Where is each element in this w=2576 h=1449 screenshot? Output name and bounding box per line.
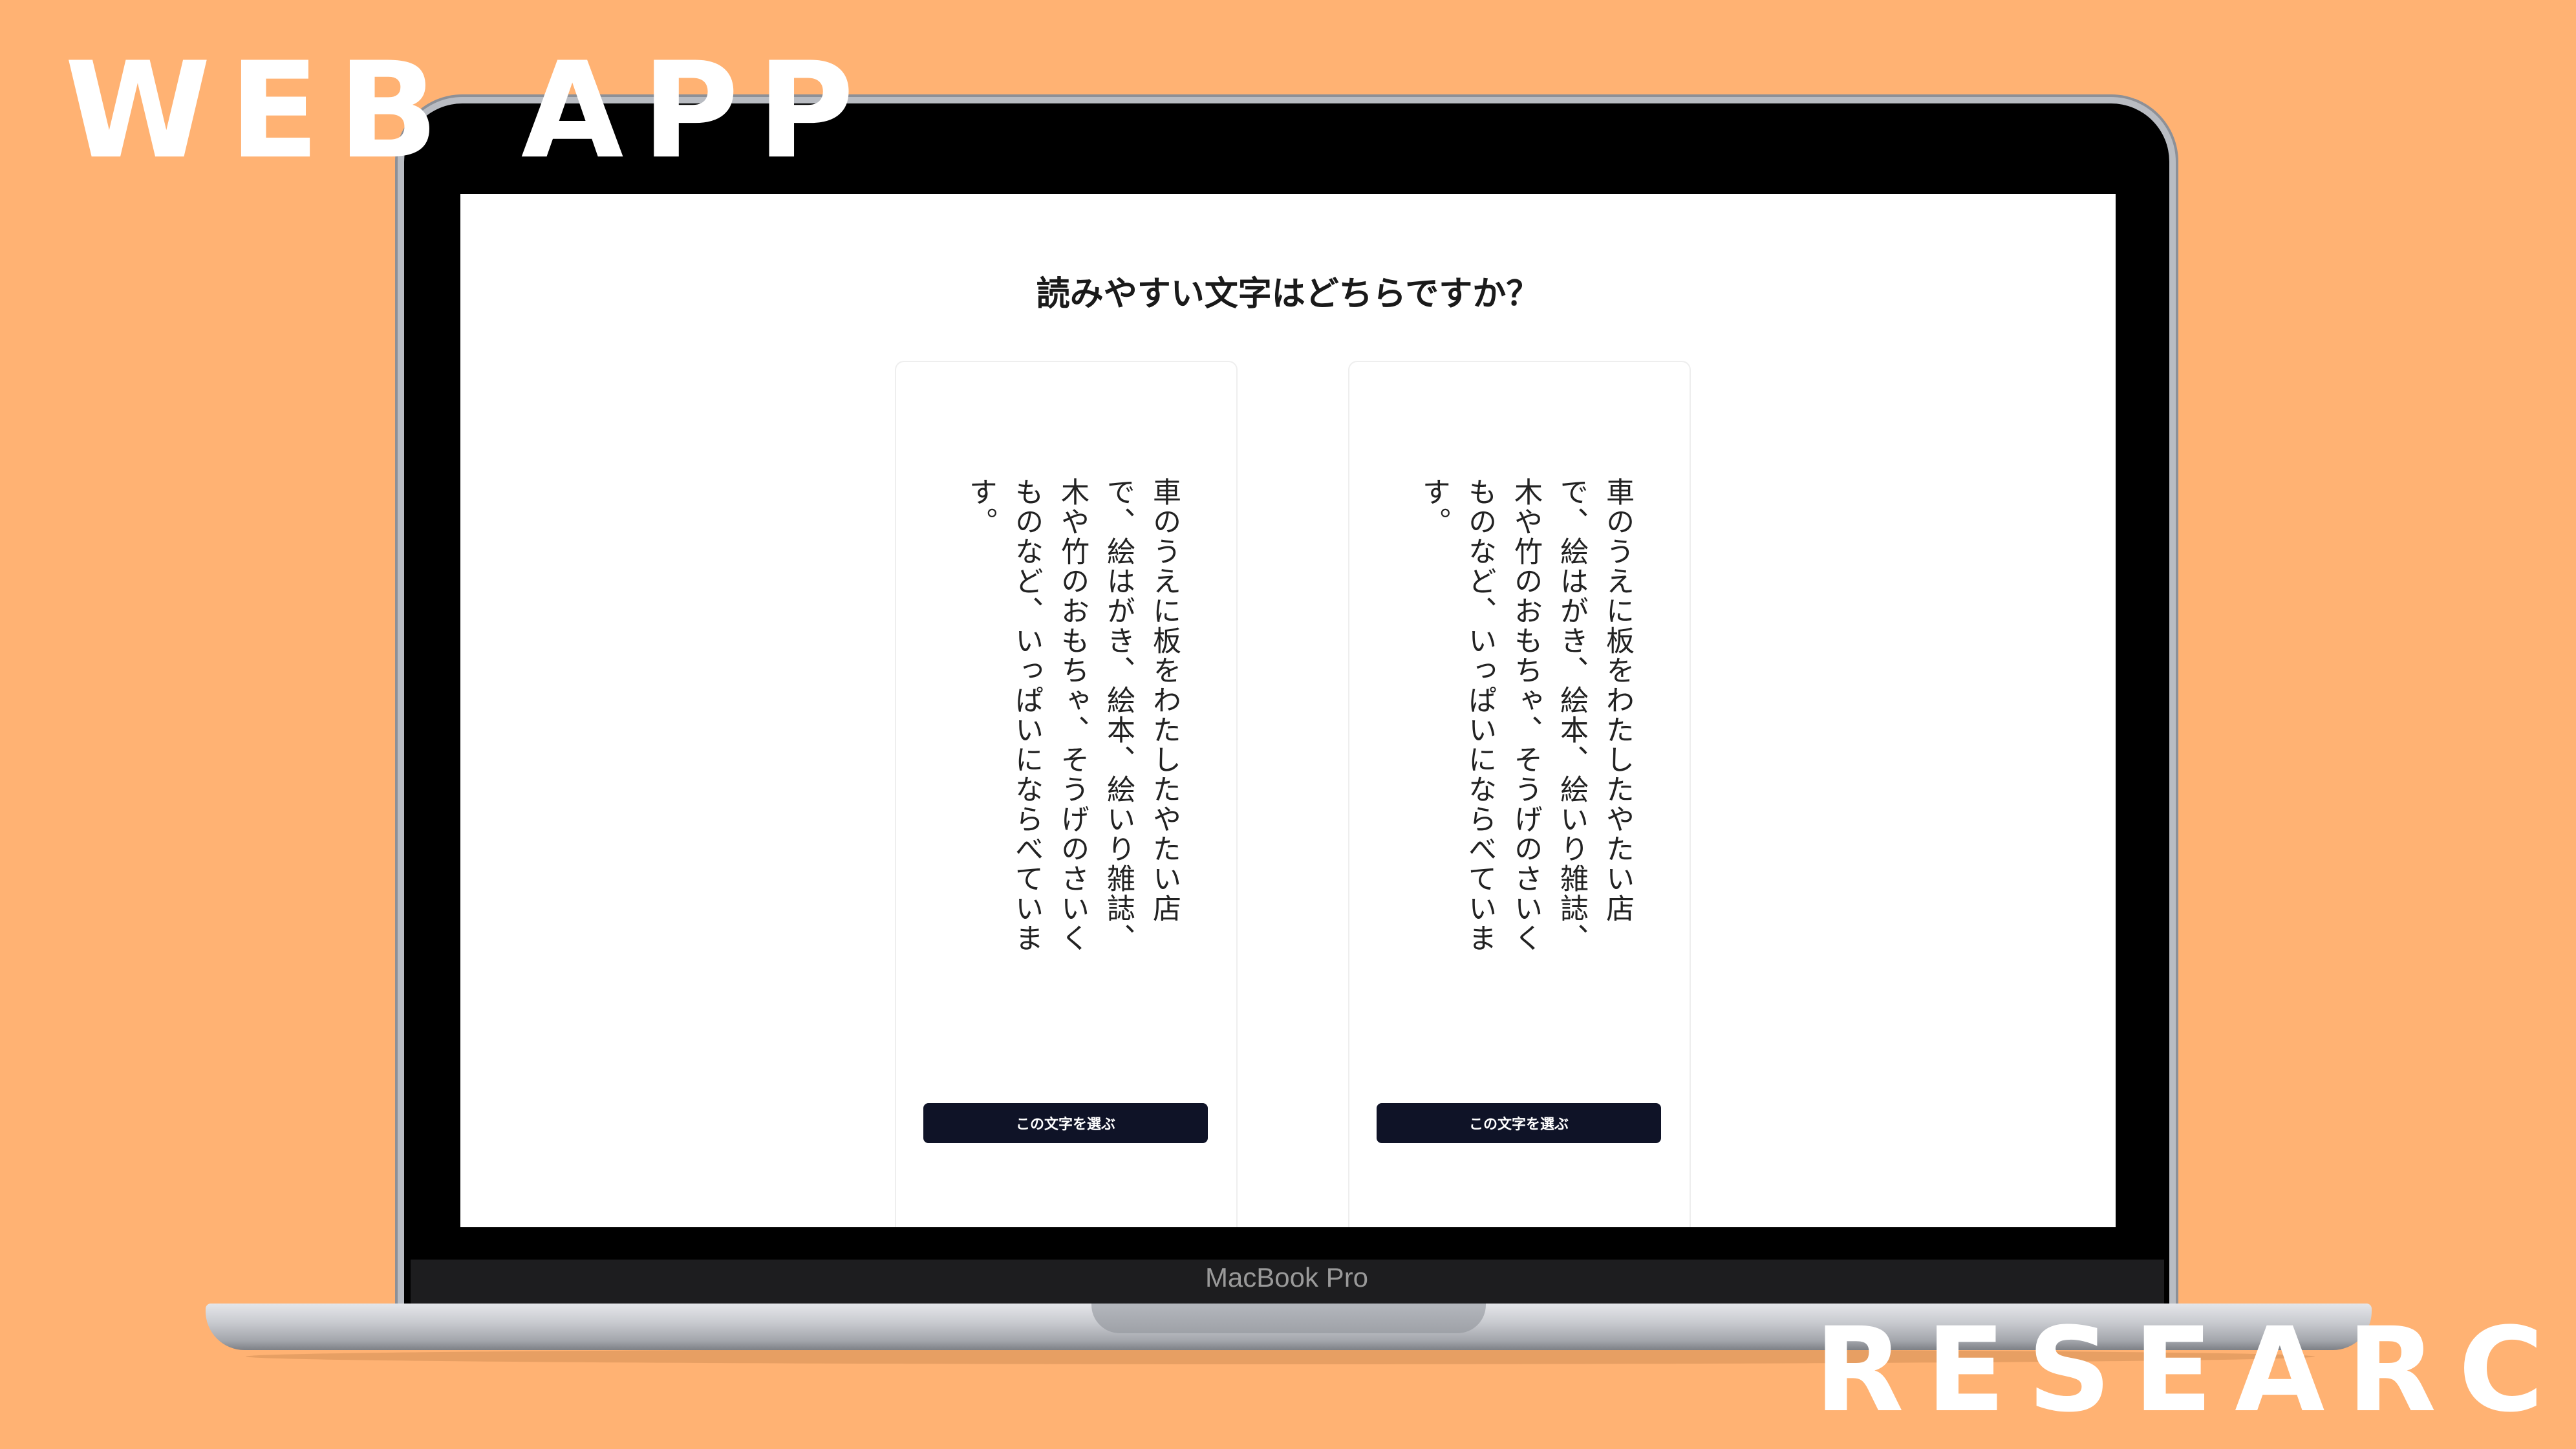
sample-text-2: 車のうえに板をわたしたやたい店で、絵はがき、絵本、絵いり雑誌、木や竹のおもちゃ、… <box>1417 477 1634 953</box>
web-app-banner: WEB APP <box>65 34 872 188</box>
choose-font-2-button[interactable]: この文字を選ぶ <box>1377 1103 1661 1143</box>
font-option-card-2: 車のうえに板をわたしたやたい店で、絵はがき、絵本、絵いり雑誌、木や竹のおもちゃ、… <box>1348 361 1691 1227</box>
font-option-card-1: 車のうえに板をわたしたやたい店で、絵はがき、絵本、絵いり雑誌、木や竹のおもちゃ、… <box>895 361 1238 1227</box>
device-model-label: MacBook Pro <box>1205 1262 1369 1293</box>
laptop-notch <box>1091 1304 1486 1333</box>
choose-font-1-button[interactable]: この文字を選ぶ <box>923 1103 1208 1143</box>
sample-text-1: 車のうえに板をわたしたやたい店で、絵はがき、絵本、絵いり雑誌、木や竹のおもちゃ、… <box>964 477 1181 953</box>
app-screen: 読みやすい文字はどちらですか？ 車のうえに板をわたしたやたい店で、絵はがき、絵本… <box>460 194 2116 1227</box>
research-banner: RESEARCH <box>1814 1303 2576 1438</box>
survey-question: 読みやすい文字はどちらですか？ <box>1036 275 1540 314</box>
